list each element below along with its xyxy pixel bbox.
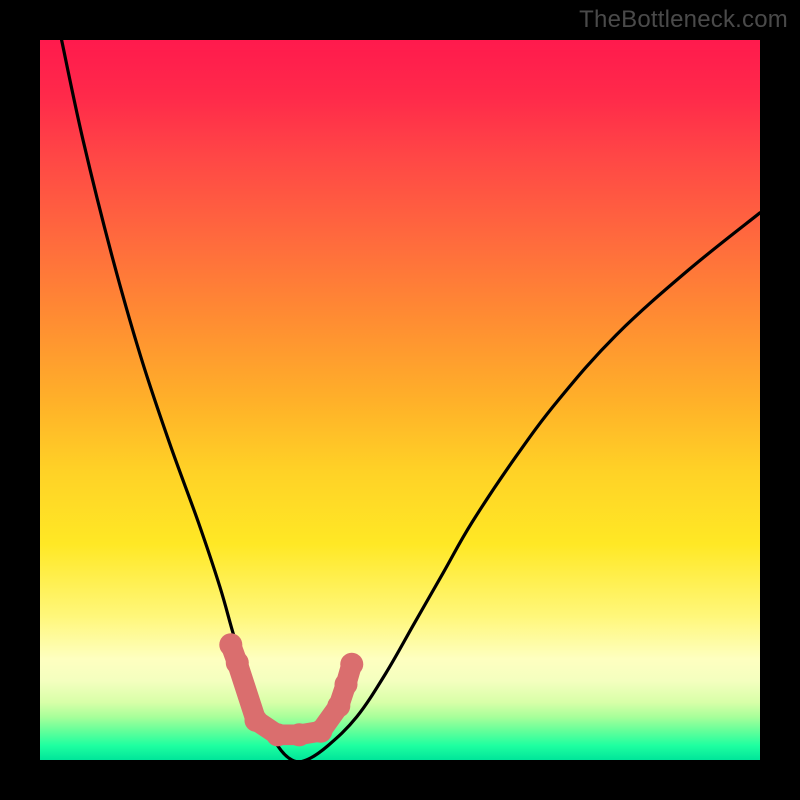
heat-gradient-background — [40, 40, 760, 760]
plot-area — [40, 40, 760, 760]
watermark-text: TheBottleneck.com — [579, 6, 788, 34]
chart-frame: TheBottleneck.com — [0, 0, 800, 800]
